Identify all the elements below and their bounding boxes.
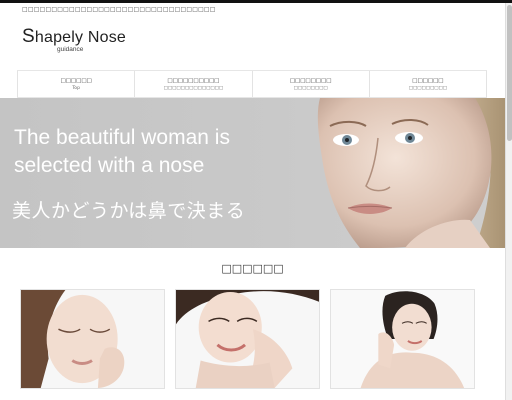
nav-item-label: □□□□□□□□ <box>289 77 332 84</box>
scrollbar-thumb[interactable] <box>507 5 512 141</box>
woman-face-photo <box>317 98 505 248</box>
nav-item-3[interactable]: □□□□□□□□ □□□□□□□□ <box>251 71 369 97</box>
nav-item-label: □□□□□□□□□□ <box>167 77 220 84</box>
main-nav: □□□□□□ Top □□□□□□□□□□ □□□□□□□□□□□□□□ □□□… <box>17 70 487 98</box>
hero-headline-line2: selected with a nose <box>14 154 205 177</box>
gallery-card-3[interactable] <box>330 289 475 389</box>
section-title: □□□□□□ <box>221 262 284 275</box>
gallery-card-2[interactable] <box>175 289 320 389</box>
nav-item-sublabel: □□□□□□□□□ <box>408 85 447 91</box>
nav-item-2[interactable]: □□□□□□□□□□ □□□□□□□□□□□□□□ <box>134 71 251 97</box>
nav-item-label: □□□□□□ <box>412 77 444 84</box>
site-logo[interactable]: Shapely Nose guidance <box>22 26 126 53</box>
logo-initial: S <box>22 26 35 47</box>
logo-title: Shapely Nose <box>22 26 126 48</box>
top-bar <box>0 0 512 3</box>
hero-banner: The beautiful woman is selected with a n… <box>0 98 505 248</box>
page-scrollbar[interactable] <box>505 3 512 400</box>
hero-headline-line1: The beautiful woman is <box>14 126 230 149</box>
gallery-card-1[interactable] <box>20 289 165 389</box>
hero-headline: The beautiful woman is selected with a n… <box>14 124 230 180</box>
site-tagline: □□□□□□□□□□□□□□□□□□□□□□□□□□□□□□□□□ <box>22 6 216 13</box>
nav-item-label: □□□□□□ <box>60 77 92 84</box>
hero-subheadline: 美人かどうかは鼻で決まる <box>12 200 246 222</box>
logo-title-rest: hapely Nose <box>34 29 127 46</box>
woman-hand-cheek-photo-icon <box>331 290 474 388</box>
woman-smiling-hands-photo-icon <box>176 290 319 388</box>
woman-eyes-closed-photo-icon <box>21 290 164 388</box>
nav-item-sublabel: □□□□□□□□ <box>293 85 328 91</box>
nav-item-sublabel: □□□□□□□□□□□□□□ <box>163 85 224 91</box>
nav-item-sublabel: Top <box>72 85 80 91</box>
nav-item-top[interactable]: □□□□□□ Top <box>17 71 134 97</box>
nav-item-4[interactable]: □□□□□□ □□□□□□□□□ <box>368 71 487 97</box>
